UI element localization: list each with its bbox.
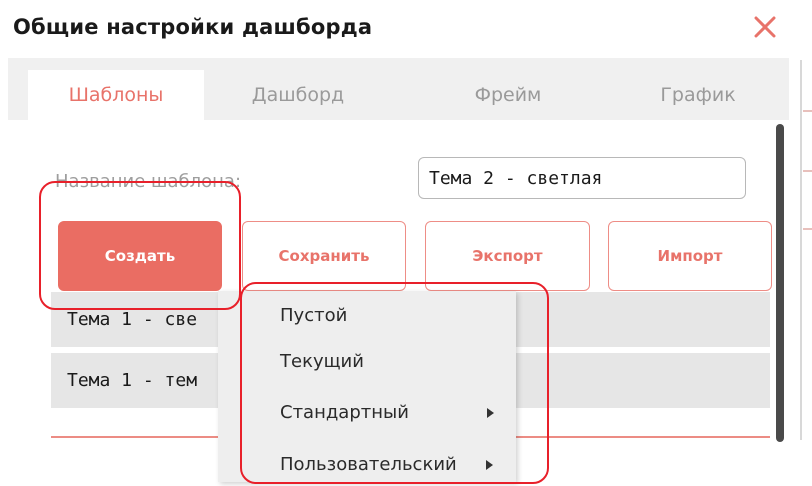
template-name-label: Название шаблона: (55, 171, 242, 192)
tab-dashboard[interactable]: Дашборд (218, 70, 378, 120)
menu-item-current[interactable]: Текущий (280, 351, 364, 372)
scrollbar[interactable] (776, 124, 784, 442)
window-edge-mark (803, 170, 812, 172)
window-edge-divider (800, 60, 802, 440)
chevron-right-icon (486, 460, 493, 470)
create-dropdown-menu: Пустой Текущий Стандартный Пользовательс… (218, 291, 516, 482)
save-button[interactable]: Сохранить (242, 221, 406, 291)
dialog-title: Общие настройки дашборда (13, 15, 373, 39)
tab-bar: Шаблоны Дашборд Фрейм График (8, 58, 789, 120)
close-icon[interactable] (748, 10, 782, 44)
menu-item-standard[interactable]: Стандартный (280, 402, 409, 423)
menu-item-empty[interactable]: Пустой (280, 305, 347, 326)
tab-frame[interactable]: Фрейм (438, 70, 578, 120)
template-name-input[interactable] (418, 157, 746, 199)
chevron-right-icon (487, 408, 494, 418)
import-button[interactable]: Импорт (608, 221, 772, 291)
create-button[interactable]: Создать (58, 221, 222, 291)
export-button[interactable]: Экспорт (425, 221, 590, 291)
tab-templates[interactable]: Шаблоны (28, 70, 204, 120)
menu-item-custom[interactable]: Пользовательский (280, 454, 457, 475)
tab-chart[interactable]: График (628, 70, 768, 120)
window-edge-mark (803, 228, 812, 230)
window-edge-mark (803, 110, 812, 112)
